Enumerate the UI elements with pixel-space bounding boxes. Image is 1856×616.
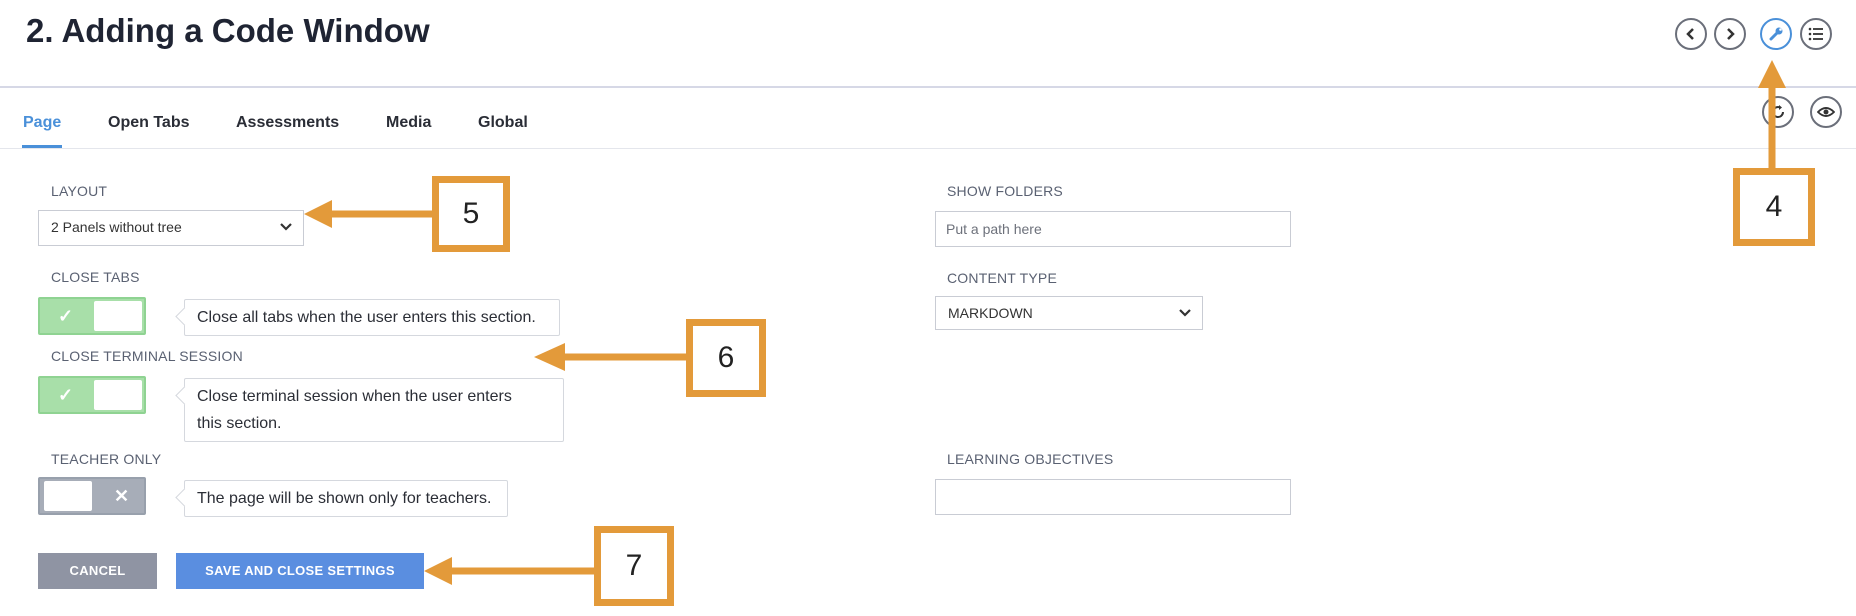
callout-7: 7 bbox=[594, 526, 674, 606]
annotation-arrows bbox=[304, 60, 1786, 585]
callout-5: 5 bbox=[432, 176, 510, 252]
callout-4: 4 bbox=[1733, 168, 1815, 246]
callout-6: 6 bbox=[686, 319, 766, 397]
